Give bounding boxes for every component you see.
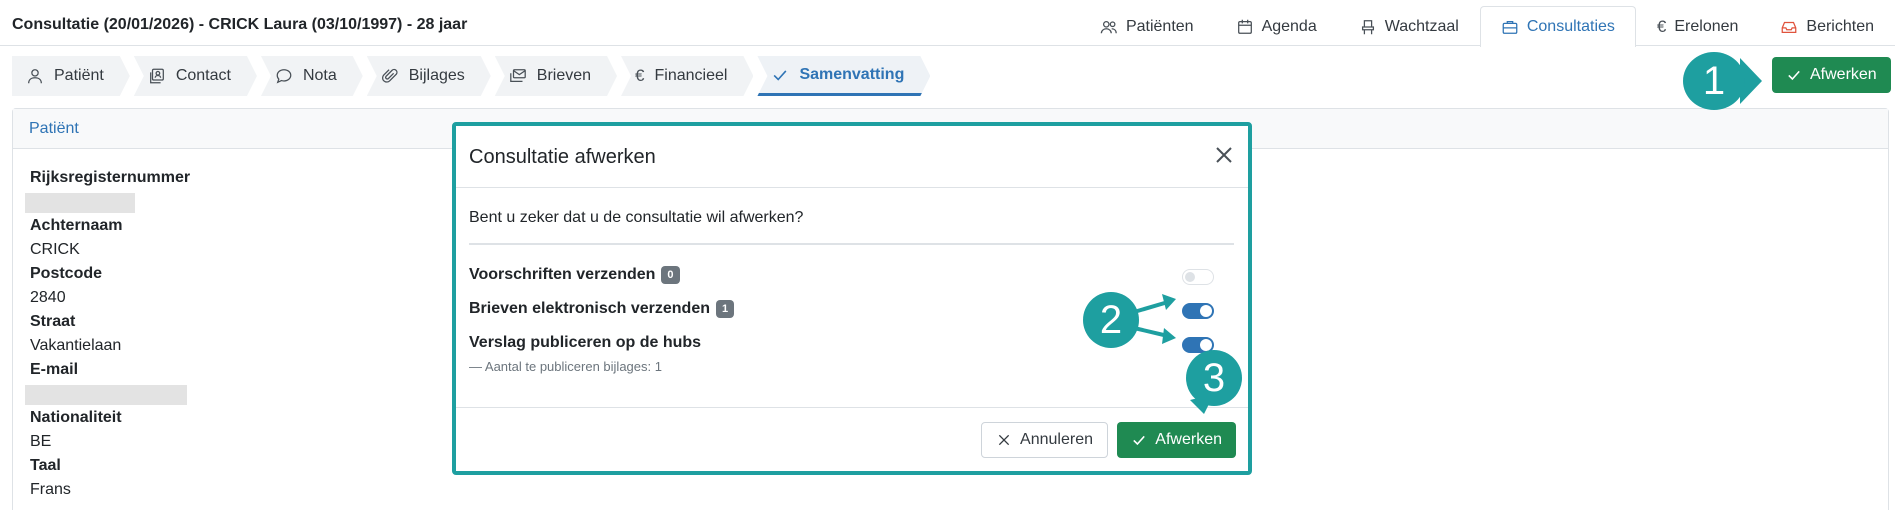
callout-2: 2 xyxy=(1083,292,1139,348)
arrow-head xyxy=(1162,294,1176,310)
callout-3: 3 xyxy=(1186,350,1242,406)
arrow-to-verslag-toggle xyxy=(1133,326,1169,338)
callout-1: 1 xyxy=(1683,52,1745,110)
annotation-arrows xyxy=(1133,58,1762,414)
arrow-head xyxy=(1162,328,1176,344)
arrow-to-brieven-toggle xyxy=(1133,300,1169,314)
